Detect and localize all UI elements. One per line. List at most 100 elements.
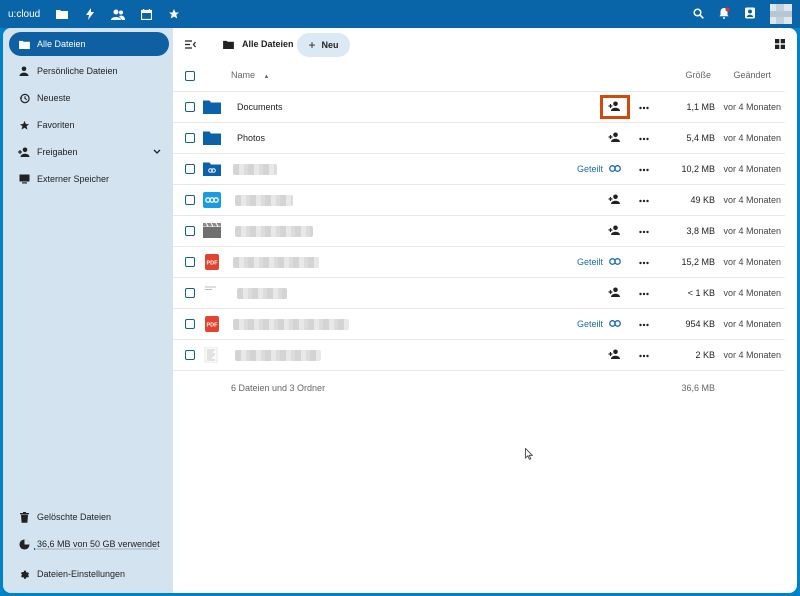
trash-icon xyxy=(18,511,30,523)
link-icon[interactable] xyxy=(609,319,621,329)
breadcrumb[interactable]: Alle Dateien xyxy=(223,39,294,49)
row-checkbox[interactable] xyxy=(185,164,195,174)
file-size: 15,2 MB xyxy=(681,257,715,267)
file-size: 2 KB xyxy=(695,350,715,360)
sidebar-item-personal-files[interactable]: Persönliche Dateien xyxy=(9,59,169,83)
more-actions-icon[interactable] xyxy=(639,226,649,236)
sidebar-item-settings[interactable]: Dateien-Einstellungen xyxy=(9,562,169,586)
row-checkbox[interactable] xyxy=(185,226,195,236)
search-icon[interactable] xyxy=(693,7,704,21)
redacted-file-name[interactable] xyxy=(237,288,287,299)
files-icon[interactable] xyxy=(54,6,70,22)
history-icon xyxy=(18,92,30,104)
sidebar-item-all-files[interactable]: Alle Dateien xyxy=(9,32,169,56)
redacted-file-name[interactable] xyxy=(233,164,277,175)
shared-label[interactable]: Geteilt xyxy=(577,319,603,329)
chevron-down-icon[interactable] xyxy=(153,147,161,157)
file-modified: vor 4 Monaten xyxy=(723,319,781,329)
shared-label[interactable]: Geteilt xyxy=(577,257,603,267)
new-button-label: Neu xyxy=(321,40,339,50)
brand-logo[interactable]: u:cloud xyxy=(8,9,54,20)
table-row[interactable]: < 1 KB vor 4 Monaten xyxy=(173,278,785,309)
link-icon[interactable] xyxy=(609,164,621,174)
total-size: 36,6 MB xyxy=(681,383,715,393)
row-checkbox[interactable] xyxy=(185,319,195,329)
pdf-file-icon: PDF xyxy=(203,254,221,270)
more-actions-icon[interactable] xyxy=(639,102,649,112)
more-actions-icon[interactable] xyxy=(639,350,649,360)
link-icon[interactable] xyxy=(609,257,621,267)
redacted-file-name[interactable] xyxy=(235,226,313,237)
share-icon[interactable] xyxy=(608,194,621,206)
sidebar-item-trash[interactable]: Gelöschte Dateien xyxy=(9,505,169,529)
sidebar-item-recent[interactable]: Neueste xyxy=(9,86,169,110)
table-row[interactable]: Photos 5,4 MB vor 4 Monaten xyxy=(173,123,785,154)
redacted-file-name[interactable] xyxy=(235,350,321,361)
contacts-icon[interactable] xyxy=(110,6,126,22)
share-icon[interactable] xyxy=(608,101,621,113)
row-checkbox[interactable] xyxy=(185,350,195,360)
column-name-label: Name xyxy=(231,70,256,80)
file-name[interactable]: Photos xyxy=(237,133,265,143)
more-actions-icon[interactable] xyxy=(639,195,649,205)
share-icon[interactable] xyxy=(608,132,621,144)
table-row[interactable]: 49 KB vor 4 Monaten xyxy=(173,185,785,216)
sidebar-item-external-storage[interactable]: Externer Speicher xyxy=(9,167,169,191)
table-row[interactable]: PDF Geteilt 954 KB vor 4 Monaten xyxy=(173,309,785,340)
sidebar-item-favorites[interactable]: Favoriten xyxy=(9,113,169,137)
top-right-actions xyxy=(693,4,792,24)
row-checkbox[interactable] xyxy=(185,195,195,205)
column-header-name[interactable]: Name ▲ xyxy=(231,70,269,80)
shared-folder-icon xyxy=(203,161,221,177)
share-icon[interactable] xyxy=(608,349,621,361)
pie-chart-icon xyxy=(18,538,30,550)
sidebar-item-label: Freigaben xyxy=(37,147,78,157)
text-file-icon xyxy=(203,285,221,301)
select-all-checkbox[interactable] xyxy=(185,71,195,81)
new-button[interactable]: + Neu xyxy=(297,33,350,57)
table-row[interactable]: Geteilt 10,2 MB vor 4 Monaten xyxy=(173,154,785,185)
sidebar: Alle Dateien Persönliche Dateien Neueste… xyxy=(3,28,173,593)
toggle-sidebar-icon[interactable] xyxy=(185,40,196,51)
activity-icon[interactable] xyxy=(82,6,98,22)
table-row[interactable]: 2 KB vor 4 Monaten xyxy=(173,340,785,371)
column-header-modified[interactable]: Geändert xyxy=(733,70,771,80)
shared-label[interactable]: Geteilt xyxy=(577,164,603,174)
contacts-menu-icon[interactable] xyxy=(744,7,756,21)
favorites-icon[interactable] xyxy=(166,6,182,22)
document-file-icon xyxy=(203,346,221,364)
sidebar-item-shares[interactable]: Freigaben xyxy=(9,140,169,164)
notifications-icon[interactable] xyxy=(718,7,730,21)
more-actions-icon[interactable] xyxy=(639,133,649,143)
file-name[interactable]: Documents xyxy=(237,102,283,112)
app-frame: Alle Dateien Persönliche Dateien Neueste… xyxy=(3,28,797,593)
more-actions-icon[interactable] xyxy=(639,288,649,298)
share-icon[interactable] xyxy=(608,287,621,299)
share-icon[interactable] xyxy=(608,225,621,237)
table-row[interactable]: PDF Geteilt 15,2 MB vor 4 Monaten xyxy=(173,247,785,278)
table-row[interactable]: 3,8 MB vor 4 Monaten xyxy=(173,216,785,247)
more-actions-icon[interactable] xyxy=(639,257,649,267)
file-list-area: Alle Dateien + Neu Name ▲ Größe Geändert xyxy=(173,28,797,593)
avatar[interactable] xyxy=(770,4,792,24)
redacted-file-name[interactable] xyxy=(233,257,319,268)
column-header-size[interactable]: Größe xyxy=(685,70,711,80)
row-checkbox[interactable] xyxy=(185,257,195,267)
more-actions-icon[interactable] xyxy=(639,164,649,174)
file-modified: vor 4 Monaten xyxy=(723,350,781,360)
sidebar-item-label: Gelöschte Dateien xyxy=(37,512,112,522)
row-checkbox[interactable] xyxy=(185,288,195,298)
redacted-file-name[interactable] xyxy=(233,319,349,330)
calendar-icon[interactable] xyxy=(138,6,154,22)
file-modified: vor 4 Monaten xyxy=(723,195,781,205)
row-checkbox[interactable] xyxy=(185,102,195,112)
sidebar-item-label: Externer Speicher xyxy=(37,174,110,184)
row-checkbox[interactable] xyxy=(185,133,195,143)
user-icon xyxy=(18,65,30,77)
more-actions-icon[interactable] xyxy=(639,319,649,329)
table-row[interactable]: Documents 1,1 MB vor 4 Monaten xyxy=(173,92,785,123)
file-modified: vor 4 Monaten xyxy=(723,102,781,112)
redacted-file-name[interactable] xyxy=(235,195,293,206)
gear-icon xyxy=(18,568,30,580)
grid-view-icon[interactable] xyxy=(775,39,785,51)
